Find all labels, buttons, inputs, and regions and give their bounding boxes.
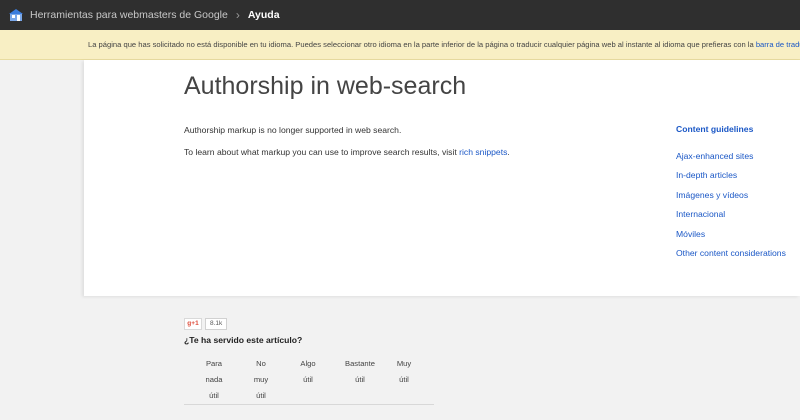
guideline-link-in-depth[interactable]: In-depth articles	[676, 170, 737, 180]
rating-option-very-useful[interactable]: Muy útil	[392, 356, 416, 388]
rating-line: útil	[355, 375, 365, 384]
rating-line: útil	[209, 391, 219, 400]
rating-line: nada	[205, 375, 223, 384]
chevron-right-icon: ›	[235, 8, 240, 22]
article-paragraph-2: To learn about what markup you can use t…	[184, 147, 510, 157]
top-bar: Herramientas para webmasters de Google ›…	[0, 0, 800, 30]
guideline-link-other[interactable]: Other content considerations	[676, 248, 786, 258]
article-panel: Authorship in web-search Authorship mark…	[84, 60, 800, 296]
guideline-link-ajax[interactable]: Ajax-enhanced sites	[676, 151, 753, 161]
paragraph-2-text: To learn about what markup you can use t…	[184, 147, 460, 157]
google-plus-button[interactable]: g+1	[184, 318, 202, 330]
guideline-link-international[interactable]: Internacional	[676, 209, 725, 219]
breadcrumb-help[interactable]: Ayuda	[248, 9, 280, 21]
language-notice-banner: La página que has solicitado no está dis…	[0, 30, 800, 60]
rating-option-somewhat-useful[interactable]: Algo útil	[296, 356, 320, 388]
notice-text: La página que has solicitado no está dis…	[88, 40, 756, 49]
paragraph-2-suffix: .	[507, 147, 510, 157]
divider	[184, 404, 434, 405]
feedback-question: ¿Te ha servido este artículo?	[184, 335, 303, 345]
breadcrumb-webmaster-tools[interactable]: Herramientas para webmasters de Google	[30, 9, 228, 21]
translate-bar-link[interactable]: barra de traducción inte	[756, 40, 800, 49]
rating-line: útil	[256, 391, 266, 400]
rating-option-not-very-useful[interactable]: No muy útil	[250, 356, 272, 404]
rating-option-quite-useful[interactable]: Bastante útil	[340, 356, 380, 388]
rating-option-not-useful[interactable]: Para nada útil	[202, 356, 226, 404]
webmaster-tools-icon[interactable]	[9, 8, 23, 22]
rating-line: muy	[253, 375, 269, 384]
rich-snippets-link[interactable]: rich snippets	[459, 147, 507, 157]
guideline-link-images-videos[interactable]: Imágenes y vídeos	[676, 190, 748, 200]
rating-line: Algo	[300, 359, 316, 368]
rating-line: Para	[205, 359, 223, 368]
rating-line: No	[256, 359, 266, 368]
rating-line: útil	[303, 375, 313, 384]
google-plus-count: 8.1k	[205, 318, 228, 330]
article-paragraph-1: Authorship markup is no longer supported…	[184, 125, 402, 135]
content-guidelines-heading[interactable]: Content guidelines	[676, 124, 753, 134]
rating-line: útil	[399, 375, 409, 384]
page-title: Authorship in web-search	[184, 72, 467, 100]
rating-line: Muy	[396, 359, 412, 368]
guideline-link-mobile[interactable]: Móviles	[676, 229, 705, 239]
rating-line: Bastante	[345, 359, 375, 368]
